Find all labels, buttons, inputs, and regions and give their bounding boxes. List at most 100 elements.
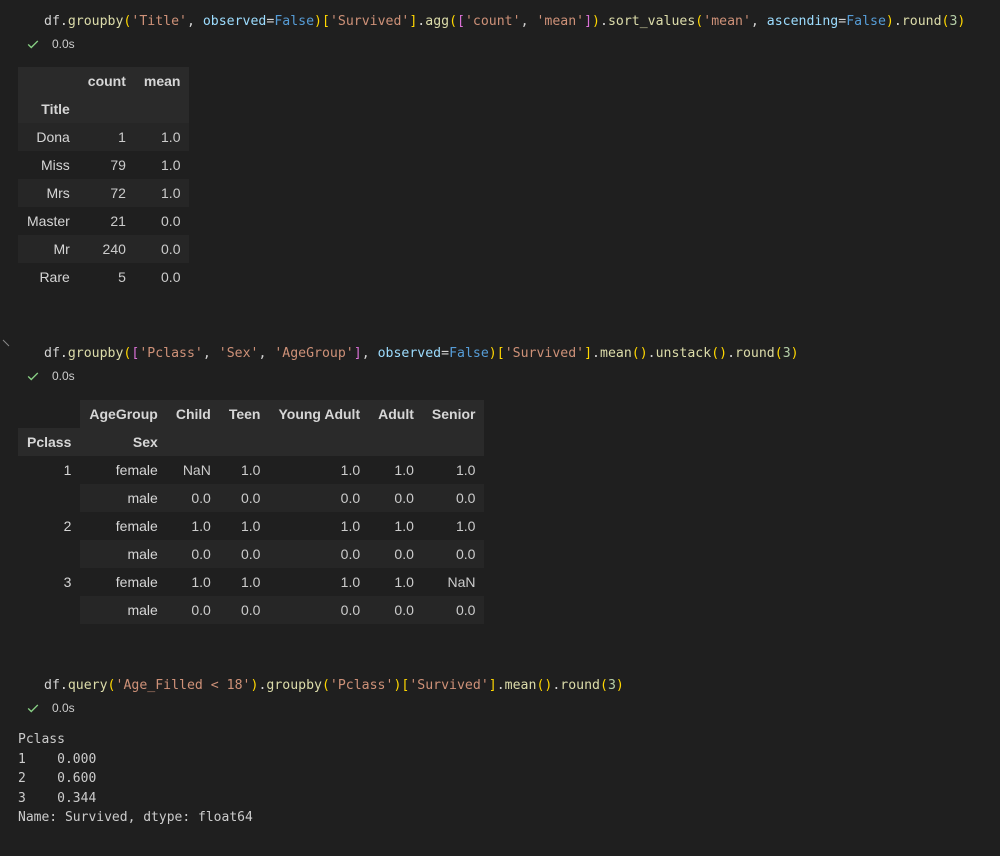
code-line-2[interactable]: df.groupby(['Pclass', 'Sex', 'AgeGroup']… [44, 345, 799, 363]
code-token: False [274, 14, 315, 29]
code-token: mean [504, 678, 537, 693]
execution-time: 0.0s [52, 37, 75, 51]
output-line: 3 0.344 [18, 790, 97, 806]
code-token: 'Survived' [409, 678, 489, 693]
code-token: . [59, 678, 68, 693]
table-cell: NaN [166, 456, 220, 484]
code-token: 'Title' [131, 14, 187, 29]
table-cell: 1.0 [219, 568, 270, 596]
table-cell: 0.0 [422, 596, 485, 624]
table-cell: NaN [422, 568, 485, 596]
table-cell: 0.0 [369, 596, 423, 624]
execution-time: 0.0s [52, 701, 75, 715]
row-index-pclass: 1 [63, 462, 72, 478]
table-cell: 21 [78, 207, 135, 235]
code-token: . [893, 14, 902, 29]
code-token: , [750, 14, 767, 29]
table-cell: 0.0 [269, 540, 370, 568]
notebook-cell-3[interactable]: df.query('Age_Filled < 18').groupby('Pcl… [0, 660, 1000, 850]
code-line-3[interactable]: df.query('Age_Filled < 18').groupby('Pcl… [44, 677, 624, 695]
code-token: , [186, 14, 203, 29]
execution-time: 0.0s [52, 369, 75, 383]
output-line: Pclass [18, 732, 65, 747]
code-line-1[interactable]: df.groupby('Title', observed=False)['Sur… [44, 13, 965, 31]
check-icon [27, 704, 39, 713]
row-index-pclass [18, 540, 80, 568]
table-cell: 0.0 [219, 596, 270, 624]
chevron-collapse-icon[interactable] [2, 338, 12, 348]
code-token: = [441, 346, 450, 361]
code-token: ) [790, 346, 799, 361]
table-cell: 0.0 [166, 540, 220, 568]
table-cell: 1 [78, 123, 135, 151]
code-token: False [449, 346, 489, 361]
code-token: [ [457, 14, 465, 29]
table-row: Mr 240 0.0 [18, 235, 190, 263]
code-token: observed [202, 14, 267, 29]
column-header: Teen [219, 400, 270, 428]
code-token: () [536, 678, 553, 693]
table-cell: 1.0 [166, 568, 220, 596]
code-token: sort_values [607, 14, 696, 29]
dataframe-output-survival: AgeGroup Child Teen Young Adult Adult Se… [18, 400, 485, 624]
row-index: Dona [18, 123, 79, 151]
table-cell: 1.0 [269, 456, 370, 484]
code-token: , [202, 346, 219, 361]
code-token: ] [353, 346, 362, 361]
table-cell: 1.0 [269, 568, 370, 596]
row-index: Master [18, 207, 79, 235]
code-token: . [647, 346, 656, 361]
code-token: groupby [67, 346, 124, 361]
code-token: ) [615, 678, 624, 693]
table-row: Mrs 72 1.0 [18, 179, 190, 207]
table-row: male 0.0 0.0 0.0 0.0 0.0 [18, 540, 485, 568]
code-token: , [258, 346, 275, 361]
code-token: 'Survived' [329, 14, 410, 29]
code-token: df [44, 346, 60, 361]
table-row: 2 female 1.0 1.0 1.0 1.0 1.0 [18, 512, 485, 540]
notebook-cell-1[interactable]: df.groupby('Title', observed=False)['Sur… [0, 0, 1000, 300]
output-line: 2 0.600 [18, 771, 97, 786]
code-token: groupby [266, 678, 322, 693]
code-token: , [520, 14, 537, 29]
code-token: . [496, 678, 505, 693]
code-token: 3 [607, 678, 616, 693]
code-token: df [44, 14, 60, 29]
check-icon [27, 372, 39, 381]
column-header: Young Adult [269, 400, 370, 428]
index-name: Pclass [18, 428, 81, 456]
table-cell: 0.0 [422, 540, 485, 568]
table-cell: 240 [78, 235, 135, 263]
table-cell: 1.0 [422, 512, 485, 540]
code-token: df [44, 678, 60, 693]
table-row: Rare 5 0.0 [18, 263, 190, 291]
code-token: . [727, 346, 736, 361]
code-token: . [592, 346, 600, 361]
columns-name: AgeGroup [80, 400, 167, 428]
table-cell: 72 [78, 179, 135, 207]
table-cell: 0.0 [369, 484, 423, 512]
column-header: Child [166, 400, 220, 428]
table-row: male 0.0 0.0 0.0 0.0 0.0 [18, 596, 485, 624]
column-header: mean [134, 67, 190, 95]
notebook-cell-2[interactable]: df.groupby(['Pclass', 'Sex', 'AgeGroup']… [0, 330, 1000, 630]
code-token: = [838, 14, 847, 29]
code-token: ( [107, 678, 116, 693]
code-token: groupby [67, 14, 124, 29]
table-cell: 0.0 [134, 207, 190, 235]
code-token: 'Pclass' [329, 678, 394, 693]
table-cell: 1.0 [134, 123, 190, 151]
row-index: Mrs [18, 179, 79, 207]
index-name: Sex [80, 428, 167, 456]
code-token: 'Sex' [218, 346, 259, 361]
table-cell: 0.0 [219, 484, 270, 512]
code-token: round [735, 346, 775, 361]
output-line: 1 0.000 [18, 751, 97, 767]
code-token: 'mean' [703, 14, 751, 29]
row-index-pclass [18, 596, 80, 624]
code-token: . [59, 346, 68, 361]
table-cell: 0.0 [166, 596, 220, 624]
code-token: . [59, 14, 68, 29]
code-token: 'Pclass' [139, 346, 203, 361]
code-token: ) [488, 346, 497, 361]
